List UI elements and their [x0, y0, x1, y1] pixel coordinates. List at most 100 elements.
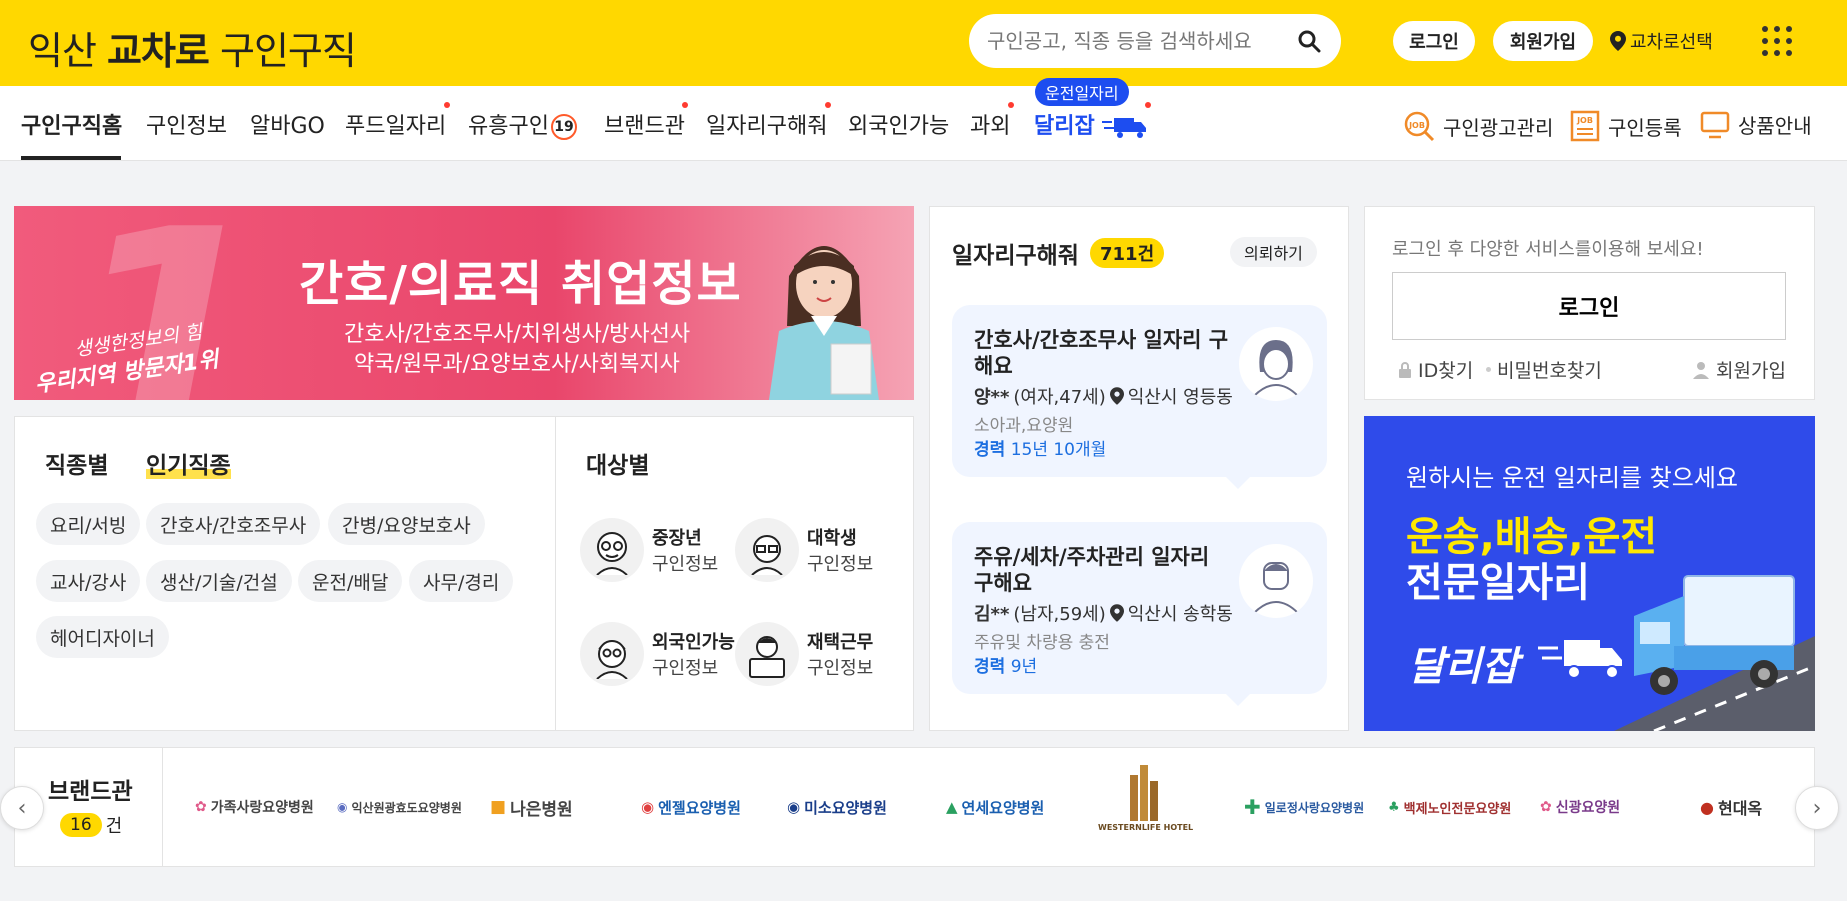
product-info-link[interactable]: 상품안내: [1700, 110, 1812, 139]
nav-tutoring[interactable]: 과외: [970, 108, 1010, 140]
banner-right-line3: 전문일자리: [1406, 560, 1590, 606]
brand-logo-item[interactable]: ◉ 미소요양병원: [787, 792, 887, 822]
nav-job-info[interactable]: 구인정보: [146, 108, 227, 140]
jobs-wanted-title[interactable]: 일자리구해줘: [952, 236, 1079, 270]
panel-login-button[interactable]: 로그인: [1392, 272, 1786, 340]
new-dot: [682, 102, 688, 108]
brand-logo-name: WESTERNLIFE HOTEL: [1098, 823, 1194, 832]
job-register-link[interactable]: JOB 구인등록: [1570, 110, 1682, 142]
leaf-logo-icon: ♣: [1388, 799, 1400, 815]
request-button[interactable]: 의뢰하기: [1230, 237, 1317, 267]
find-password-link[interactable]: 비밀번호찾기: [1486, 356, 1602, 383]
jobs-wanted-card[interactable]: 주유/세차/주차관리 일자리 구해요 김** (남자,59세) 익산시 송학동 …: [952, 522, 1327, 706]
target-remote-work[interactable]: 재택근무 구인정보: [735, 622, 873, 686]
ad-management-link[interactable]: JOB 구인광고관리: [1403, 110, 1553, 142]
signup-button[interactable]: 회원가입: [1493, 21, 1593, 61]
brand-logo-item[interactable]: ✚ 일로정사랑요양병원: [1244, 792, 1364, 822]
chip-driving[interactable]: 운전/배달: [298, 560, 403, 602]
brand-next-button[interactable]: ›: [1795, 786, 1839, 830]
region-label: 교차로선택: [1630, 32, 1713, 53]
monitor-icon: [1700, 111, 1730, 138]
card-person: 양** (여자,47세) 익산시 영등동: [974, 383, 1233, 409]
brand-logo-item[interactable]: ■ 나은병원: [490, 792, 573, 822]
adult-19-badge: 19: [550, 114, 577, 140]
brand-logo-item[interactable]: ◉ 익산원광효도요양병원: [337, 792, 462, 822]
site-logo[interactable]: 익산 교차로 구인구직: [28, 20, 357, 75]
brand-logo-item[interactable]: ✿ 가족사랑요양병원: [195, 792, 314, 822]
brand-logo-name: 엔젤요양병원: [658, 798, 741, 817]
nav-food-jobs[interactable]: 푸드일자리: [345, 108, 446, 140]
login-message: 로그인 후 다양한 서비스를이용해 보세요!: [1392, 239, 1704, 260]
new-dot: [1145, 102, 1151, 108]
medical-jobs-banner[interactable]: 1 간호/의료직 취업정보 간호사/간호조무사/치위생사/방사선사 약국/원무과…: [14, 206, 914, 400]
jobs-wanted-card[interactable]: 간호사/간호조무사 일자리 구해요 양** (여자,47세) 익산시 영등동 소…: [952, 305, 1327, 489]
hotel-building-icon: [1129, 765, 1158, 821]
chip-hair-designer[interactable]: 헤어디자이너: [36, 616, 169, 658]
tab-popular-jobs[interactable]: 인기직종: [146, 446, 231, 480]
card-name: 김**: [974, 604, 1010, 625]
nav-jobs-wanted[interactable]: 일자리구해줘: [706, 108, 827, 140]
delivery-truck-illustration: [1614, 575, 1815, 731]
brand-logo-item[interactable]: ● 현대옥: [1700, 792, 1762, 822]
flower-logo-icon: ✿: [1540, 799, 1552, 815]
nav-entertainment-jobs[interactable]: 유흥구인 19: [468, 108, 577, 140]
brand-logo-item[interactable]: WESTERNLIFE HOTEL: [1098, 765, 1193, 845]
new-dot: [825, 102, 831, 108]
tab-popular-label: 인기직종: [146, 453, 231, 479]
middle-aged-avatar-icon: [580, 518, 644, 582]
new-dot: [444, 102, 450, 108]
brand-logo-item[interactable]: ▲ 연세요양병원: [946, 792, 1044, 822]
user-icon: [1693, 361, 1709, 379]
panel-signup-link[interactable]: 회원가입: [1692, 356, 1786, 383]
male-avatar-icon: [1239, 544, 1313, 618]
card-exp-value: 15년 10개월: [1010, 440, 1107, 460]
login-button[interactable]: 로그인: [1393, 21, 1475, 61]
brand-prev-button[interactable]: ‹: [0, 786, 44, 830]
circle-logo-icon: ◉: [337, 800, 348, 814]
driving-jobs-banner[interactable]: 원하시는 운전 일자리를 찾으세요 운송,배송,운전 전문일자리 달리잡: [1364, 416, 1815, 731]
chevron-right-icon: ›: [1812, 795, 1822, 821]
banner-subtitle-2: 약국/원무과/요양보호사/사회복지사: [354, 352, 680, 377]
find-id-link[interactable]: ID찾기: [1398, 356, 1473, 383]
search-input[interactable]: [987, 26, 1287, 56]
nav-foreigner-ok[interactable]: 외국인가능: [848, 108, 949, 140]
circle-logo-icon: ◉: [641, 798, 655, 816]
brand-logo-item[interactable]: ✿ 신광요양원: [1540, 792, 1620, 822]
location-pin-icon: [1109, 604, 1124, 622]
chip-nurse[interactable]: 간호사/간호조무사: [146, 503, 321, 545]
logo-service: 구인구직: [220, 29, 357, 73]
card-exp-value: 9년: [1010, 657, 1038, 677]
target-middle-aged[interactable]: 중장년 구인정보: [580, 518, 718, 582]
nurse-illustration: [769, 246, 879, 400]
target-foreigner[interactable]: 외국인가능 구인정보: [580, 622, 735, 686]
chip-teacher[interactable]: 교사/강사: [36, 560, 141, 602]
ad-management-label: 구인광고관리: [1443, 115, 1554, 140]
bowl-logo-icon: ●: [1700, 797, 1714, 817]
search-icon[interactable]: [1297, 29, 1321, 53]
chip-cooking-serving[interactable]: 요리/서빙: [36, 503, 141, 545]
new-dot: [1008, 102, 1014, 108]
region-select[interactable]: 교차로선택: [1610, 28, 1713, 54]
chip-office[interactable]: 사무/경리: [409, 560, 514, 602]
leaf-logo-icon: ▲: [946, 798, 958, 816]
driving-jobs-bubble[interactable]: 운전일자리: [1035, 78, 1129, 106]
foreigner-avatar-icon: [580, 622, 644, 686]
brand-logo-name: 일로정사랑요양병원: [1264, 800, 1365, 815]
brand-logo-item[interactable]: ◉ 엔젤요양병원: [641, 792, 741, 822]
target-college-student[interactable]: 대학생 구인정보: [735, 518, 873, 582]
brand-logo-item[interactable]: ♣ 백제노인전문요양원: [1388, 792, 1511, 822]
nav-home[interactable]: 구인구직홈: [21, 108, 122, 140]
brand-divider: [162, 748, 163, 866]
chip-caregiver[interactable]: 간병/요양보호사: [328, 503, 485, 545]
chip-production[interactable]: 생산/기술/건설: [146, 560, 292, 602]
all-menu-icon[interactable]: [1762, 26, 1792, 56]
nav-dallijob[interactable]: 달리잡: [1034, 108, 1148, 140]
nav-albago[interactable]: 알바GO: [250, 108, 325, 140]
tab-by-job-type[interactable]: 직종별: [45, 446, 108, 480]
brand-logo-name: 미소요양병원: [804, 798, 887, 817]
card-exp-label: 경력: [974, 657, 1006, 677]
card-name: 양**: [974, 387, 1010, 408]
brand-zone-title[interactable]: 브랜드관: [48, 772, 133, 806]
nav-brand-zone[interactable]: 브랜드관: [604, 108, 685, 140]
square-logo-icon: ■: [490, 797, 507, 817]
